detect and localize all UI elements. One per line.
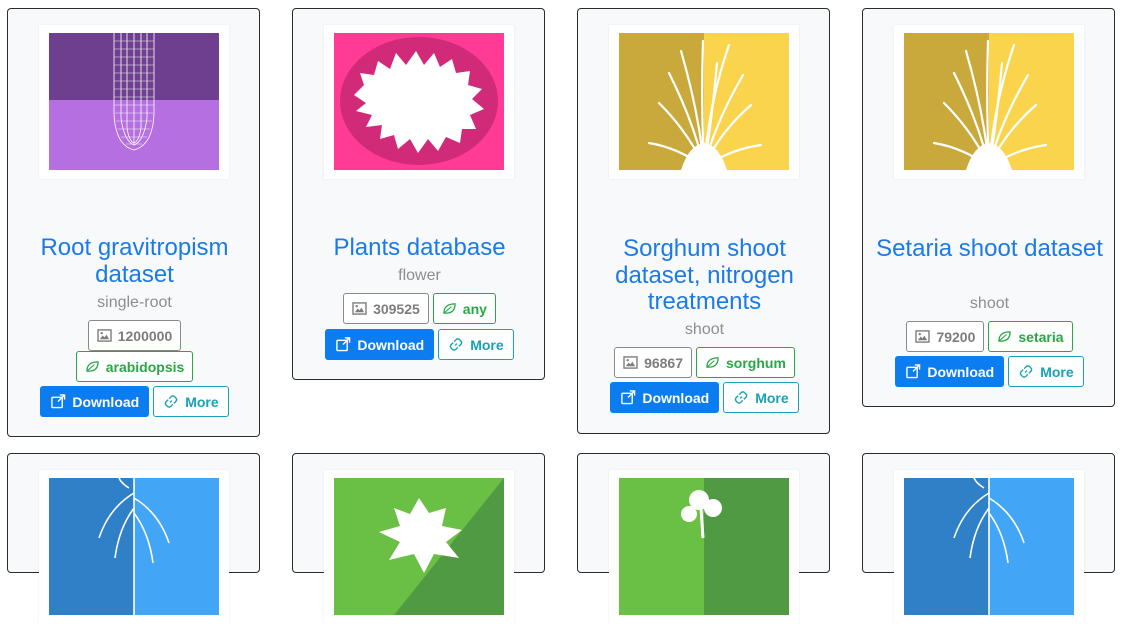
leaf-icon [706, 357, 719, 368]
root-system-image [904, 478, 1074, 615]
more-label: More [470, 336, 504, 353]
image-count-badge: 79200 [906, 321, 985, 352]
image-icon [97, 329, 112, 342]
dataset-thumbnail[interactable] [609, 470, 799, 624]
image-count-badge: 96867 [614, 347, 693, 378]
leaf-icon [998, 331, 1012, 342]
seedling-image [619, 478, 789, 615]
dataset-card-plants-database: Plants database flower 309525 any Downlo… [292, 8, 545, 380]
grass-shoot-image [619, 33, 789, 170]
image-icon [352, 302, 367, 315]
image-count-value: 96867 [644, 354, 684, 371]
external-link-icon [336, 337, 351, 352]
download-button[interactable]: Download [610, 382, 720, 413]
dataset-card-lower-1 [7, 453, 260, 624]
card-actions: Download More [8, 386, 261, 417]
leaf-icon [85, 361, 99, 372]
dataset-category: single-root [97, 294, 172, 311]
dataset-card-lower-4 [862, 453, 1115, 624]
image-icon [623, 356, 638, 369]
more-label: More [185, 393, 219, 410]
dataset-title[interactable]: Setaria shoot dataset [873, 235, 1106, 263]
crop-badge: sorghum [696, 347, 795, 378]
dataset-card-lower-2 [292, 453, 545, 624]
tag-row: 309525 any [293, 293, 546, 324]
dataset-thumbnail[interactable] [609, 25, 799, 179]
download-label: Download [642, 389, 710, 406]
card-actions: Download More [578, 382, 831, 413]
root-gravitropism-image [49, 33, 219, 170]
dataset-category: flower [398, 267, 441, 284]
image-count-value: 1200000 [117, 327, 173, 344]
download-label: Download [357, 336, 425, 353]
external-link-icon [51, 394, 66, 409]
dataset-card-root-gravitropism: Root gravitropism dataset single-root 12… [7, 8, 260, 437]
leaf-image [334, 478, 504, 615]
leaf-icon [443, 303, 456, 314]
more-button[interactable]: More [723, 382, 799, 413]
dataset-title[interactable]: Sorghum shoot dataset, nitrogen treatmen… [588, 235, 821, 316]
image-count-value: 79200 [936, 328, 976, 345]
more-label: More [1040, 363, 1074, 380]
dataset-category: shoot [969, 295, 1010, 312]
external-link-icon [621, 390, 636, 405]
link-icon [449, 338, 463, 351]
more-button[interactable]: More [153, 386, 229, 417]
crop-name: sorghum [726, 354, 786, 371]
dataset-thumbnail[interactable] [894, 470, 1084, 624]
crop-name: any [462, 300, 487, 317]
link-icon [164, 395, 178, 408]
dataset-category: shoot [684, 321, 725, 338]
card-actions: Download More [293, 329, 546, 360]
dataset-thumbnail[interactable] [39, 470, 229, 624]
dataset-title[interactable]: Root gravitropism dataset [18, 234, 251, 288]
dataset-card-sorghum-shoot: Sorghum shoot dataset, nitrogen treatmen… [577, 8, 830, 434]
crop-badge: arabidopsis [75, 351, 194, 382]
image-count-row: 1200000 [8, 320, 261, 351]
card-actions: Download More [863, 356, 1116, 387]
dataset-thumbnail[interactable] [324, 470, 514, 624]
crop-badge: any [432, 293, 496, 324]
dataset-card-lower-3 [577, 453, 830, 624]
dataset-thumbnail[interactable] [39, 25, 229, 179]
image-count-badge: 309525 [343, 293, 429, 324]
tag-row: 79200 setaria [863, 321, 1116, 352]
image-count-value: 309525 [373, 300, 420, 317]
link-icon [734, 391, 748, 404]
crop-name: arabidopsis [105, 358, 185, 375]
dataset-thumbnail[interactable] [324, 25, 514, 179]
more-label: More [755, 389, 789, 406]
tag-row: 96867 sorghum [578, 347, 831, 378]
grass-shoot-image [904, 33, 1074, 170]
flower-image [334, 33, 504, 170]
crop-name: setaria [1018, 328, 1064, 345]
root-system-image [49, 478, 219, 615]
crop-row: arabidopsis [8, 351, 261, 382]
dataset-thumbnail[interactable] [894, 25, 1084, 179]
download-label: Download [927, 363, 995, 380]
image-count-badge: 1200000 [87, 320, 182, 351]
download-button[interactable]: Download [895, 356, 1005, 387]
link-icon [1019, 365, 1033, 378]
external-link-icon [906, 364, 921, 379]
dataset-title[interactable]: Plants database [303, 234, 536, 262]
image-icon [915, 330, 931, 343]
crop-badge: setaria [988, 321, 1073, 352]
download-label: Download [72, 393, 140, 410]
download-button[interactable]: Download [325, 329, 435, 360]
more-button[interactable]: More [438, 329, 514, 360]
dataset-card-setaria-shoot: Setaria shoot dataset shoot 79200 setari… [862, 8, 1115, 407]
download-button[interactable]: Download [40, 386, 150, 417]
more-button[interactable]: More [1008, 356, 1084, 387]
